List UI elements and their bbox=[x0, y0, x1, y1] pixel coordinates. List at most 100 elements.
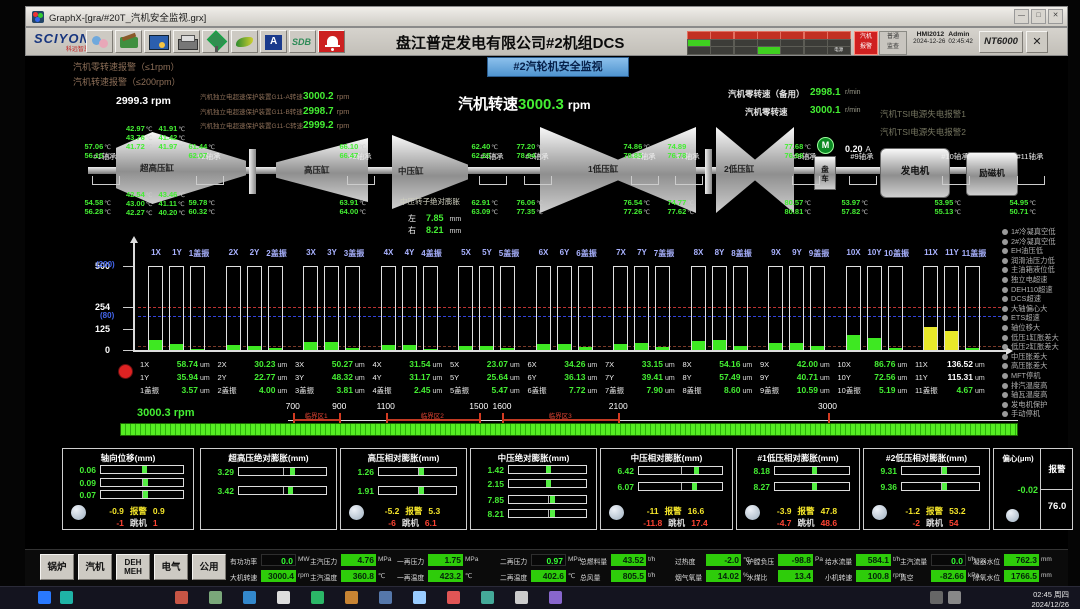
bearing-temp-bottom-row: 74.77℃ bbox=[648, 192, 694, 201]
vib-bar-label: 7盖振 bbox=[649, 248, 679, 259]
hmi-info: HMI2012Admin2024-12-2602:45:42 bbox=[910, 31, 976, 53]
eccentricity-alarm-label: 报警 bbox=[1042, 463, 1072, 475]
taskbar-app-icon[interactable] bbox=[311, 591, 324, 604]
expansion-panel: 偏心(μm)报警76.0-0.02 bbox=[993, 448, 1073, 530]
taskbar-app-icon[interactable] bbox=[379, 591, 392, 604]
temp-value: 42.27 bbox=[126, 208, 145, 217]
bearing-temp-bottom-row: 55.13℃ bbox=[915, 201, 961, 210]
param-unit: ℃ bbox=[568, 572, 575, 580]
bearing-temp-bottom-row: 80.81℃ bbox=[765, 201, 811, 210]
panel-bar bbox=[638, 482, 723, 491]
temp-value: 76.78 bbox=[667, 151, 686, 160]
speed-scale-value: 3000.3 rpm bbox=[137, 407, 194, 419]
taskbar-app-icon[interactable] bbox=[243, 591, 256, 604]
hmi-time: 02:45:42 bbox=[948, 38, 973, 45]
users-icon[interactable] bbox=[86, 30, 113, 53]
taskbar-app-icon[interactable] bbox=[209, 591, 222, 604]
panel-trip-limits: -4.7跳机48.6 bbox=[759, 513, 855, 531]
vib-bar-outline bbox=[268, 266, 283, 350]
alarm-grid-cell bbox=[804, 46, 828, 55]
display-icon[interactable] bbox=[202, 30, 229, 53]
taskbar-app-icon[interactable] bbox=[549, 591, 562, 604]
taskbar-app-icon[interactable] bbox=[515, 591, 528, 604]
toolbar-close-button[interactable]: ✕ bbox=[1026, 31, 1048, 53]
mode-box[interactable]: 普通监查 bbox=[879, 31, 907, 55]
vib-bar-label: 8盖振 bbox=[727, 248, 757, 259]
monitor-user-icon[interactable] bbox=[144, 30, 171, 53]
search-icon[interactable] bbox=[60, 591, 73, 604]
nav-button-0[interactable]: 锅炉 bbox=[40, 554, 74, 580]
tab-turbine-safety[interactable]: #2汽轮机安全监视 bbox=[487, 57, 629, 77]
param-value: 100.8 bbox=[856, 570, 891, 582]
bearing-temp-top-row: 76.78℃ bbox=[648, 145, 694, 154]
panel-bar bbox=[378, 467, 457, 476]
vib-status-dot bbox=[118, 364, 133, 379]
nav-button-4[interactable]: 公用 bbox=[192, 554, 226, 580]
vib-ytick-mark bbox=[123, 329, 133, 330]
tray-icon[interactable] bbox=[948, 591, 961, 604]
sdb-icon[interactable]: SDB bbox=[289, 30, 316, 53]
trip-max: 48.6 bbox=[821, 518, 838, 528]
ip-exp-value: 8.21 bbox=[426, 225, 444, 235]
trip-condition-item: 手动停机 bbox=[1002, 404, 1040, 422]
vib-value-number: 8.60 bbox=[709, 385, 741, 395]
ip-cylinder-label: 中压缸 bbox=[398, 165, 424, 177]
panel-bar bbox=[378, 486, 457, 495]
taskbar-app-icon[interactable] bbox=[481, 591, 494, 604]
param-value: 3000.4 bbox=[261, 570, 296, 582]
trip-min: -4.7 bbox=[777, 518, 792, 528]
panel-bar-marker bbox=[546, 480, 551, 487]
status-lamp bbox=[1006, 509, 1019, 522]
bearing-temp-bottom-row: 80.57℃ bbox=[765, 192, 811, 201]
trip-min: -1 bbox=[116, 518, 124, 528]
taskbar-app-icon[interactable] bbox=[413, 591, 426, 604]
vib-value-cell: 1盖振3.57um bbox=[140, 380, 214, 398]
temp-value: 77.62 bbox=[667, 207, 686, 216]
vib-value-unit: um bbox=[665, 388, 675, 395]
temp-unit: ℃ bbox=[687, 210, 694, 216]
temp-unit: ℃ bbox=[536, 210, 543, 216]
panel-title: 偏心(μm) bbox=[996, 453, 1040, 464]
nav-button-3[interactable]: 电气 bbox=[154, 554, 188, 580]
vib-bar-fill bbox=[304, 342, 317, 350]
bearing-temp-top: 77.68℃76.99℃ bbox=[765, 136, 811, 154]
nav-button-2[interactable]: DEH MEH bbox=[116, 554, 150, 580]
param-label: 一再温度 bbox=[397, 572, 427, 582]
vib-bar-outline bbox=[324, 266, 339, 350]
coupling-disc bbox=[705, 149, 712, 194]
panel-bar-marker bbox=[550, 510, 555, 517]
vib-bar-outline bbox=[888, 266, 903, 350]
temp-value: 80.81 bbox=[784, 207, 803, 216]
tray-icon[interactable] bbox=[930, 591, 943, 604]
bearing-temp-top-row: 66.10℃ bbox=[320, 136, 366, 145]
ja-icon[interactable]: A bbox=[260, 30, 287, 53]
panel-bar-center bbox=[283, 487, 284, 494]
taskbar-app-icon[interactable] bbox=[345, 591, 358, 604]
vib-value-number: 7.90 bbox=[631, 385, 663, 395]
minimize-icon[interactable]: — bbox=[1014, 9, 1029, 24]
alarm-bell-icon[interactable] bbox=[318, 30, 345, 53]
hmi-name: HMI2012 bbox=[917, 31, 945, 38]
param-label: 大机转速 bbox=[230, 572, 260, 582]
vib-bar-fill bbox=[269, 348, 282, 350]
param-label: 烟气氧量 bbox=[675, 572, 705, 582]
taskbar-app-icon[interactable] bbox=[175, 591, 188, 604]
temp-unit: ℃ bbox=[804, 210, 811, 216]
trip-max: 1 bbox=[153, 518, 158, 528]
start-menu-icon[interactable] bbox=[38, 591, 51, 604]
temp-value: 76.99 bbox=[784, 151, 803, 160]
temp-unit: ℃ bbox=[804, 154, 811, 160]
bearing-bracket bbox=[942, 176, 970, 185]
param-value: 0.0 bbox=[931, 554, 966, 566]
maximize-icon[interactable]: □ bbox=[1031, 9, 1046, 24]
tools-icon[interactable] bbox=[115, 30, 142, 53]
leaf-icon[interactable] bbox=[231, 30, 258, 53]
expansion-panel: #1低压相对膨胀(mm)8.188.27-3.9报警47.8-4.7跳机48.6 bbox=[736, 448, 860, 530]
turbine-alarm-line1: 汽机 bbox=[855, 32, 877, 42]
taskbar-app-icon[interactable] bbox=[277, 591, 290, 604]
turbine-alarm-button[interactable]: 汽机报警 bbox=[854, 31, 878, 55]
printer-icon[interactable] bbox=[173, 30, 200, 53]
close-icon[interactable]: ✕ bbox=[1048, 9, 1063, 24]
taskbar-app-icon[interactable] bbox=[447, 591, 460, 604]
nav-button-1[interactable]: 汽机 bbox=[78, 554, 112, 580]
